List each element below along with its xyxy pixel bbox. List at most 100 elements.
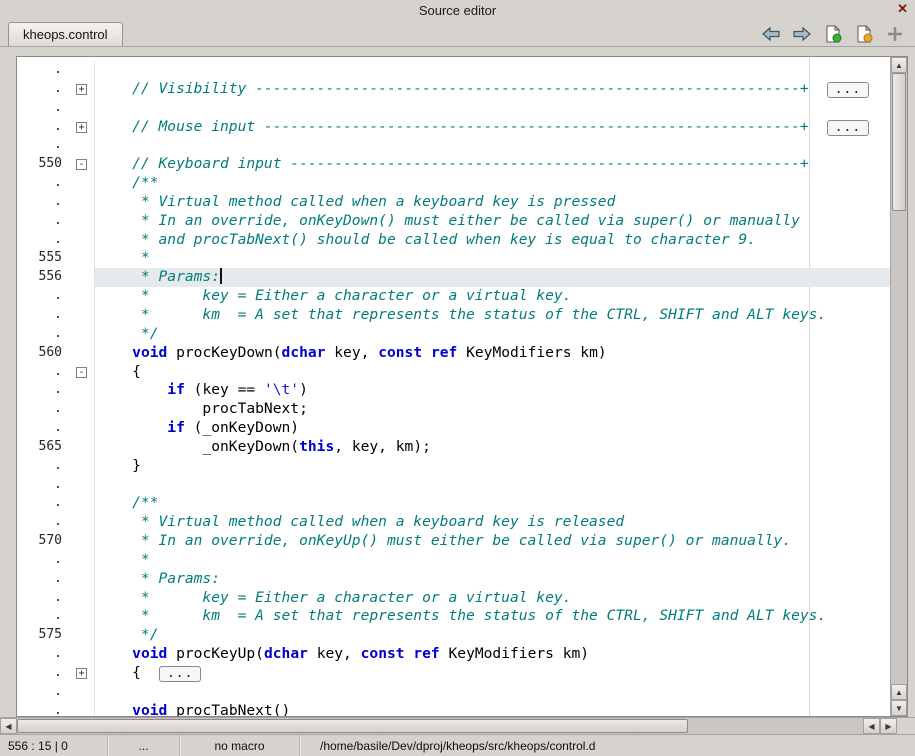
code-line[interactable]: . xyxy=(17,136,890,155)
code-line[interactable]: . void procKeyUp(dchar key, const ref Ke… xyxy=(17,645,890,664)
code-text[interactable]: * Virtual method called when a keyboard … xyxy=(95,193,890,212)
folded-code-ellipsis[interactable]: ... xyxy=(827,120,869,136)
code-text[interactable]: {... xyxy=(95,664,890,683)
line-number[interactable]: . xyxy=(17,457,71,476)
line-number[interactable]: . xyxy=(17,193,71,212)
code-text[interactable]: // Keyboard input ----------------------… xyxy=(95,155,890,174)
code-text[interactable]: void procKeyUp(dchar key, const ref KeyM… xyxy=(95,645,890,664)
go-back-button[interactable] xyxy=(761,24,781,44)
folded-code-ellipsis[interactable]: ... xyxy=(159,666,201,682)
code-text[interactable]: * key = Either a character or a virtual … xyxy=(95,287,890,306)
scroll-down-button[interactable]: ▼ xyxy=(891,700,907,716)
code-line[interactable]: . } xyxy=(17,457,890,476)
line-number[interactable]: . xyxy=(17,419,71,438)
scroll-left-button-right[interactable]: ◀ xyxy=(863,718,880,734)
code-line[interactable]: . * and procTabNext() should be called w… xyxy=(17,231,890,250)
close-window-icon[interactable]: ✕ xyxy=(897,1,908,17)
code-text[interactable] xyxy=(95,683,890,702)
code-text[interactable]: void procTabNext() xyxy=(95,702,890,716)
code-line[interactable]: 570 * In an override, onKeyUp() must eit… xyxy=(17,532,890,551)
code-line[interactable]: . xyxy=(17,61,890,80)
code-text[interactable] xyxy=(95,61,890,80)
code-text[interactable]: */ xyxy=(95,325,890,344)
line-number[interactable]: . xyxy=(17,589,71,608)
line-number[interactable]: . xyxy=(17,381,71,400)
code-line[interactable]: 555 * xyxy=(17,249,890,268)
code-text[interactable]: * km = A set that represents the status … xyxy=(95,607,890,626)
fold-collapse-icon[interactable]: - xyxy=(76,367,87,378)
line-number[interactable]: . xyxy=(17,551,71,570)
code-line[interactable]: . * Virtual method called when a keyboar… xyxy=(17,193,890,212)
code-text[interactable]: */ xyxy=(95,626,890,645)
code-line[interactable]: . if (key == '\t') xyxy=(17,381,890,400)
code-text[interactable]: * xyxy=(95,249,890,268)
scroll-up-button[interactable]: ▲ xyxy=(891,57,907,73)
line-number[interactable]: 570 xyxy=(17,532,71,551)
code-line[interactable]: . * xyxy=(17,551,890,570)
code-line[interactable]: . xyxy=(17,99,890,118)
folded-code-ellipsis[interactable]: ... xyxy=(827,82,869,98)
code-text[interactable]: // Mouse input -------------------------… xyxy=(95,118,890,137)
line-number[interactable]: 560 xyxy=(17,344,71,363)
code-line[interactable]: . if (_onKeyDown) xyxy=(17,419,890,438)
code-line[interactable]: . * km = A set that represents the statu… xyxy=(17,306,890,325)
code-editor[interactable]: .. + // Visibility ----------------------… xyxy=(17,57,890,716)
code-line[interactable]: .+ {... xyxy=(17,664,890,683)
line-number[interactable]: . xyxy=(17,400,71,419)
code-text[interactable]: // Visibility --------------------------… xyxy=(95,80,890,99)
scroll-up-button-bottom[interactable]: ▲ xyxy=(891,684,907,700)
code-text[interactable]: } xyxy=(95,457,890,476)
code-line[interactable]: . + // Visibility -----------------------… xyxy=(17,80,890,99)
line-number[interactable]: 550 xyxy=(17,155,71,174)
code-line[interactable]: . xyxy=(17,683,890,702)
code-line[interactable]: 556 * Params: xyxy=(17,268,890,287)
code-text[interactable] xyxy=(95,99,890,118)
code-line[interactable]: . */ xyxy=(17,325,890,344)
line-number[interactable]: . xyxy=(17,664,71,683)
fold-collapse-icon[interactable]: - xyxy=(76,159,87,170)
horizontal-scroll-thumb[interactable] xyxy=(17,719,688,733)
code-text[interactable]: * and procTabNext() should be called whe… xyxy=(95,231,890,250)
fold-expand-icon[interactable]: + xyxy=(76,122,87,133)
line-number[interactable]: . xyxy=(17,494,71,513)
code-line[interactable]: 550- // Keyboard input -----------------… xyxy=(17,155,890,174)
code-line[interactable]: . * km = A set that represents the statu… xyxy=(17,607,890,626)
code-line[interactable]: . * Params: xyxy=(17,570,890,589)
line-number[interactable]: . xyxy=(17,174,71,193)
code-line[interactable]: . * In an override, onKeyDown() must eit… xyxy=(17,212,890,231)
fold-expand-icon[interactable]: + xyxy=(76,84,87,95)
vertical-scroll-thumb[interactable] xyxy=(892,73,906,211)
line-number[interactable]: . xyxy=(17,570,71,589)
code-text[interactable]: _onKeyDown(this, key, km); xyxy=(95,438,890,457)
line-number[interactable]: . xyxy=(17,306,71,325)
line-number[interactable]: 555 xyxy=(17,249,71,268)
code-text[interactable]: * Params: xyxy=(95,268,890,287)
code-text[interactable]: * In an override, onKeyUp() must either … xyxy=(95,532,890,551)
horizontal-scrollbar[interactable]: ◀ ◀ ▶ xyxy=(0,717,897,734)
scroll-right-button[interactable]: ▶ xyxy=(880,718,897,734)
line-number[interactable]: . xyxy=(17,513,71,532)
line-number[interactable]: 575 xyxy=(17,626,71,645)
code-line[interactable]: .- { xyxy=(17,363,890,382)
line-number[interactable]: . xyxy=(17,287,71,306)
code-text[interactable]: procTabNext; xyxy=(95,400,890,419)
code-line[interactable]: . /** xyxy=(17,174,890,193)
line-number[interactable]: . xyxy=(17,607,71,626)
split-view-button[interactable] xyxy=(885,24,905,44)
code-text[interactable] xyxy=(95,476,890,495)
close-document-button[interactable] xyxy=(854,24,874,44)
code-text[interactable]: /** xyxy=(95,174,890,193)
code-text[interactable]: if (key == '\t') xyxy=(95,381,890,400)
line-number[interactable]: . xyxy=(17,61,71,80)
code-text[interactable]: * key = Either a character or a virtual … xyxy=(95,589,890,608)
line-number[interactable]: . xyxy=(17,118,71,137)
line-number[interactable]: . xyxy=(17,80,71,99)
line-number[interactable]: . xyxy=(17,136,71,155)
code-line[interactable]: . xyxy=(17,476,890,495)
line-number[interactable]: . xyxy=(17,702,71,716)
code-line[interactable]: 560 void procKeyDown(dchar key, const re… xyxy=(17,344,890,363)
code-line[interactable]: . void procTabNext() xyxy=(17,702,890,716)
code-text[interactable]: * In an override, onKeyDown() must eithe… xyxy=(95,212,890,231)
code-text[interactable]: /** xyxy=(95,494,890,513)
line-number[interactable]: 556 xyxy=(17,268,71,287)
